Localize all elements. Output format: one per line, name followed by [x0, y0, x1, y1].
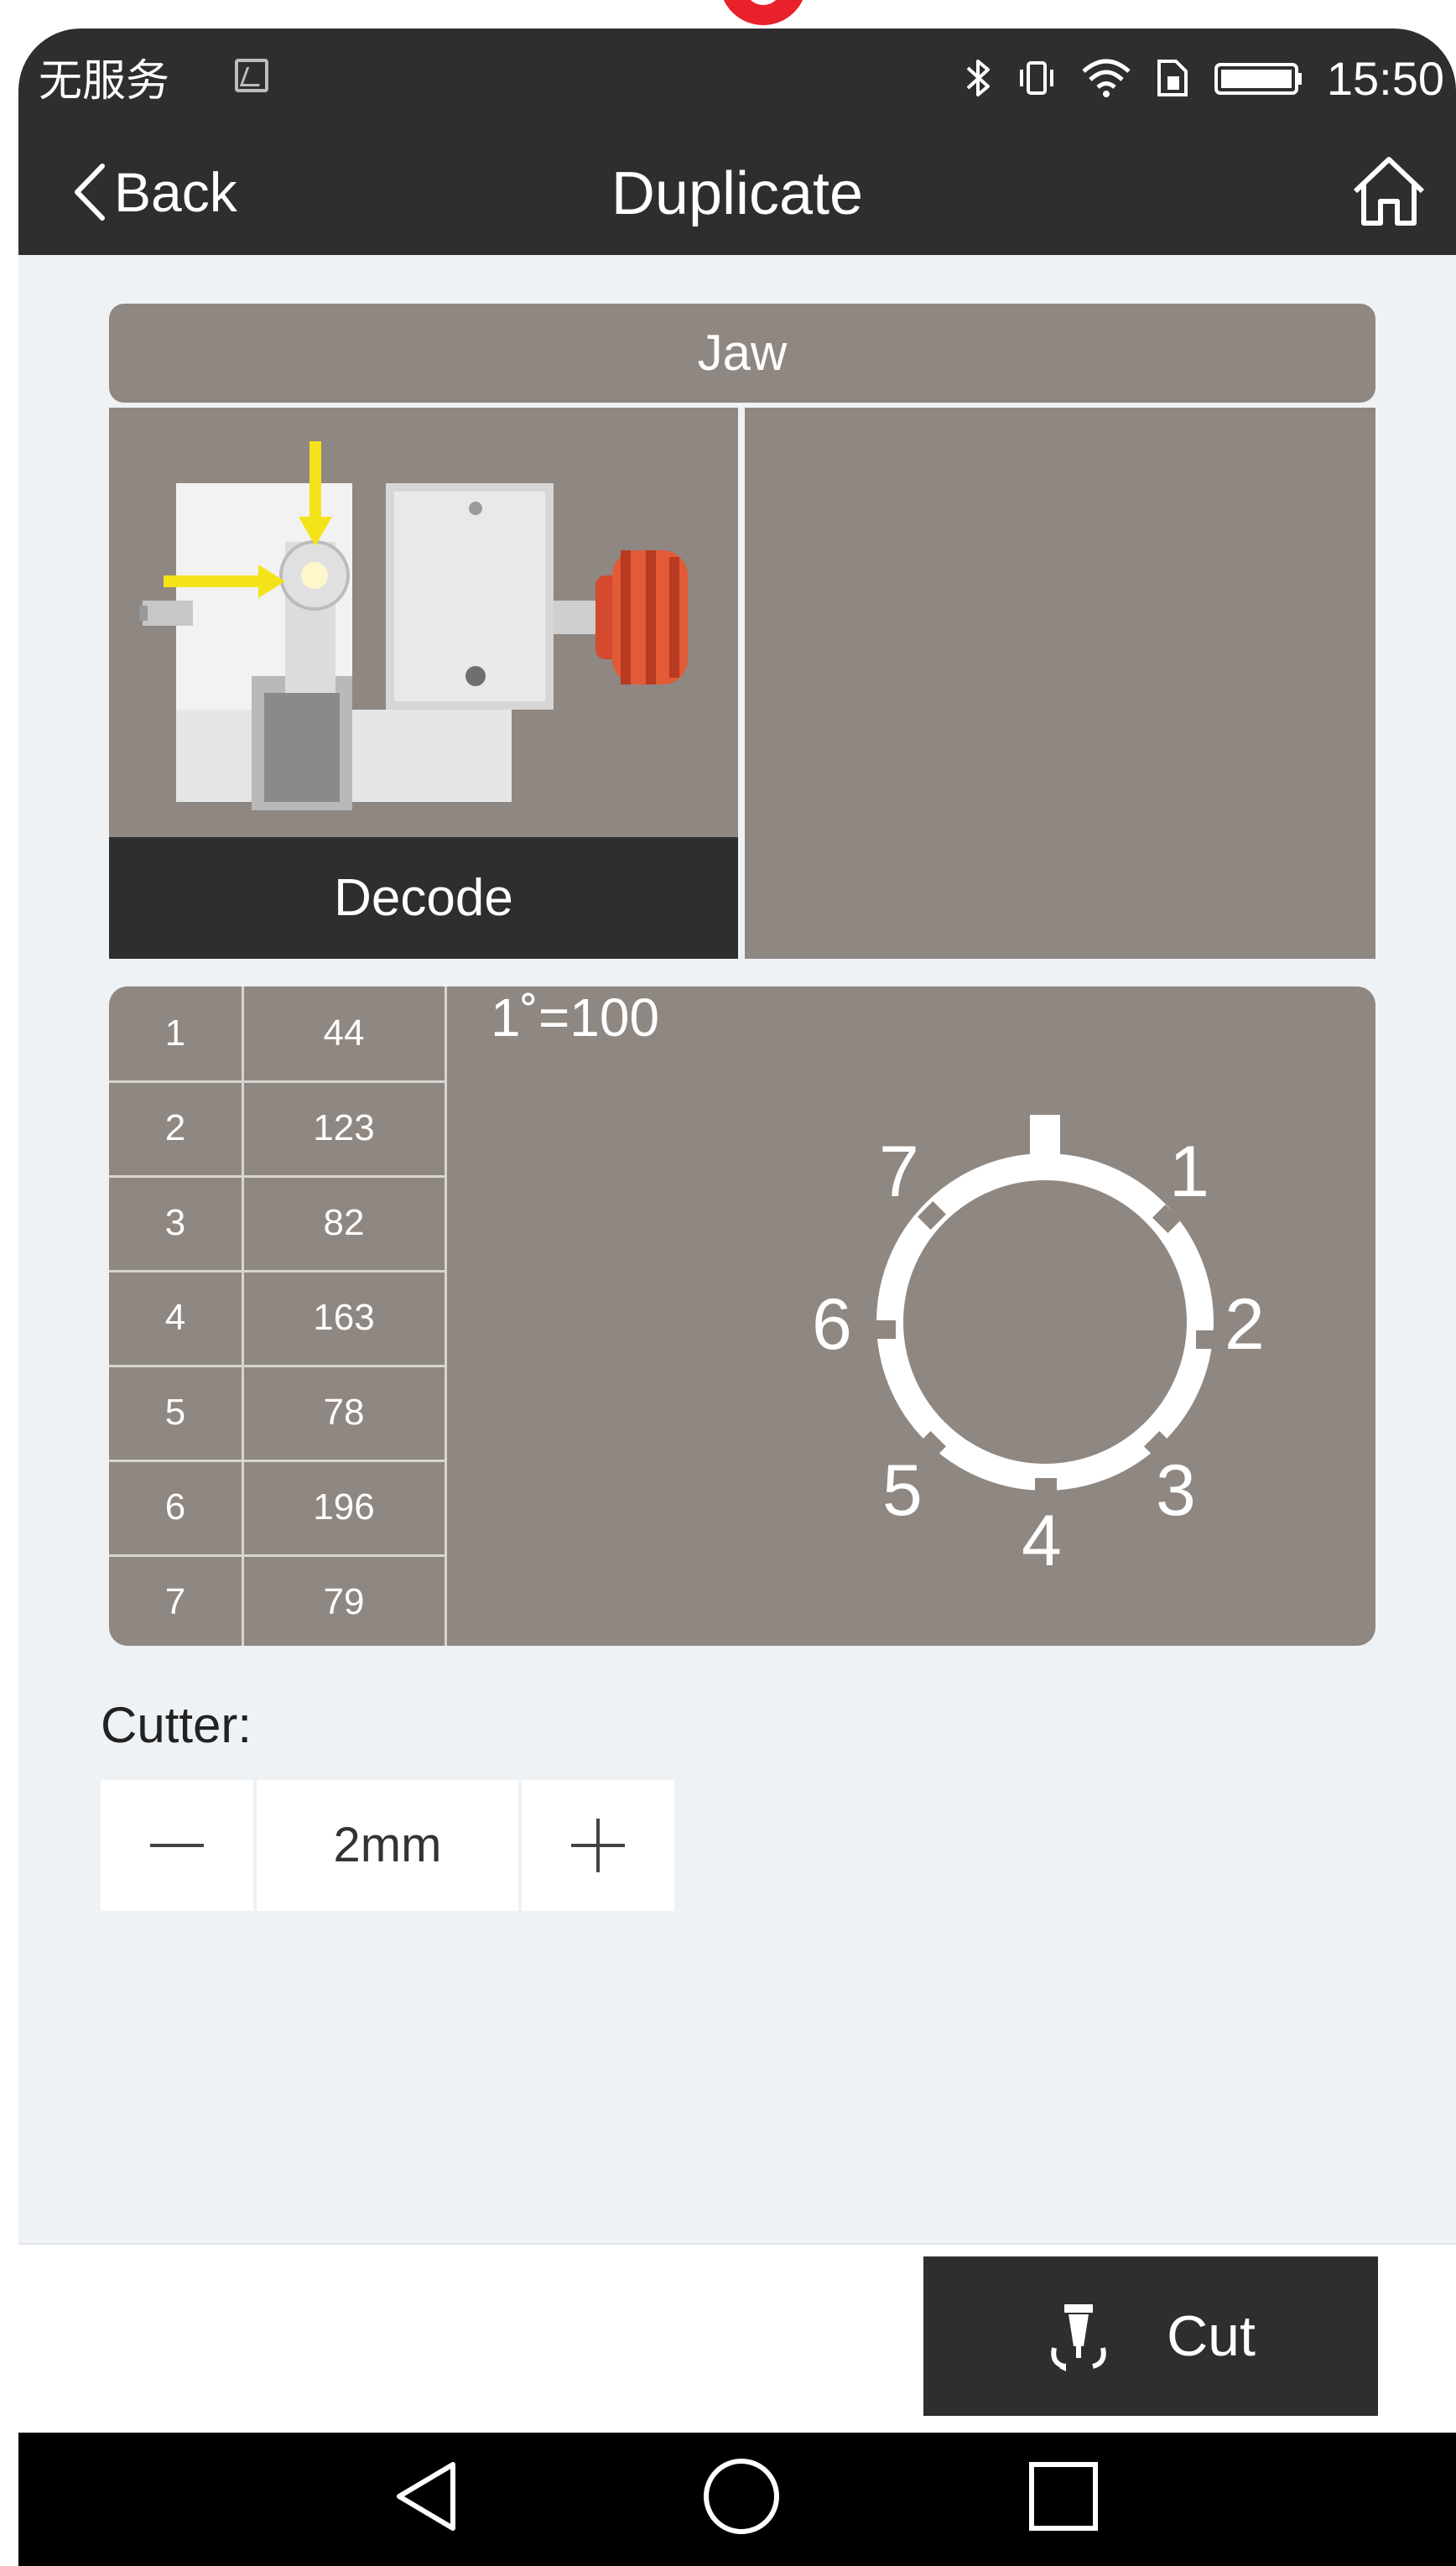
- cutter-label: Cutter:: [101, 1697, 252, 1753]
- row-index: 2: [164, 1107, 186, 1148]
- jaw-secondary-panel: [745, 408, 1375, 959]
- vibrate-icon: [1019, 61, 1053, 95]
- row-index: 6: [164, 1486, 186, 1528]
- nav-back-button[interactable]: [387, 2454, 463, 2543]
- cut-button[interactable]: Cut: [923, 2256, 1378, 2416]
- table-row: 4 163: [109, 1271, 446, 1365]
- jaw-image-panel: [109, 408, 738, 837]
- phone-screen: 无服务 15:50 Back Duplicate Jaw Decode 1 44…: [18, 29, 1456, 2566]
- table-divider: [109, 1175, 446, 1178]
- row-index: 7: [164, 1581, 186, 1622]
- bluetooth-icon: [966, 60, 990, 96]
- page-title: Duplicate: [611, 160, 864, 227]
- nav-recents-button[interactable]: [1022, 2454, 1105, 2543]
- sim-icon: [1157, 60, 1188, 96]
- key-dial-diagram: 1 2 3 4 5 6 7: [812, 1115, 1265, 1581]
- dial-position-5: 5: [882, 1450, 923, 1531]
- cut-data-table: 1 44 2 123 3 82 4 163 5 78 6 196 7 79: [109, 986, 447, 1646]
- row-value: 79: [323, 1581, 365, 1622]
- row-value: 163: [313, 1297, 375, 1338]
- table-row: 6 196: [109, 1460, 446, 1554]
- row-value: 44: [323, 1012, 365, 1054]
- dial-position-2: 2: [1225, 1284, 1265, 1365]
- cutter-decrease-button[interactable]: [101, 1780, 253, 1911]
- decode-button[interactable]: Decode: [109, 837, 738, 959]
- row-value: 196: [313, 1486, 375, 1528]
- cutter-size-value: 2mm: [257, 1780, 518, 1911]
- cut-data-panel: 1 44 2 123 3 82 4 163 5 78 6 196 7 79 1˚…: [109, 986, 1375, 1646]
- dial-ring: [874, 1115, 1218, 1496]
- jaw-title-bar: Jaw: [109, 304, 1375, 403]
- cutter-icon: [1051, 2304, 1106, 2371]
- jaw-illustration: [139, 441, 688, 810]
- row-index: 4: [164, 1297, 186, 1338]
- home-button[interactable]: [1347, 149, 1431, 237]
- table-divider: [109, 1554, 446, 1557]
- row-value: 82: [323, 1202, 365, 1243]
- row-index: 1: [164, 1012, 186, 1054]
- camera-notch: [720, 0, 807, 25]
- nav-back-icon: [397, 2462, 455, 2531]
- table-row: 5 78: [109, 1366, 446, 1460]
- battery-icon: [1214, 63, 1302, 95]
- row-index: 3: [164, 1202, 186, 1243]
- table-divider: [109, 1365, 446, 1367]
- dial-position-1: 1: [1169, 1132, 1209, 1212]
- cut-label: Cut: [1167, 2304, 1256, 2368]
- table-divider: [109, 1270, 446, 1273]
- status-bar: 无服务 15:50: [18, 29, 1456, 129]
- nav-home-button[interactable]: [699, 2454, 783, 2543]
- nav-recents-icon: [1029, 2462, 1098, 2531]
- status-time: 15:50: [1326, 51, 1444, 105]
- dial-position-4: 4: [1022, 1501, 1062, 1581]
- system-nav-bar: [18, 2433, 1456, 2566]
- plus-icon: [571, 1819, 625, 1872]
- dial-position-6: 6: [812, 1284, 852, 1365]
- table-divider: [109, 1080, 446, 1083]
- dial-position-7: 7: [879, 1132, 919, 1212]
- table-divider: [109, 1460, 446, 1462]
- app-header: Back Duplicate: [18, 129, 1456, 255]
- cutter-increase-button[interactable]: [522, 1780, 674, 1911]
- home-icon: [1353, 157, 1425, 226]
- table-row: 2 123: [109, 1081, 446, 1175]
- minus-icon: [150, 1844, 204, 1847]
- dial-position-3: 3: [1156, 1450, 1196, 1531]
- nav-home-icon: [704, 2459, 779, 2534]
- table-row: 7 79: [109, 1555, 446, 1646]
- table-row: 3 82: [109, 1176, 446, 1270]
- table-row: 1 44: [109, 986, 446, 1080]
- carrier-text: 无服务: [39, 56, 170, 107]
- cutter-stepper: 2mm: [101, 1780, 674, 1911]
- row-value: 78: [323, 1392, 365, 1433]
- row-index: 5: [164, 1392, 186, 1433]
- table-divider: [242, 986, 244, 1646]
- row-value: 123: [313, 1107, 375, 1148]
- wifi-icon: [1082, 59, 1131, 97]
- image-notification-icon: [235, 59, 268, 92]
